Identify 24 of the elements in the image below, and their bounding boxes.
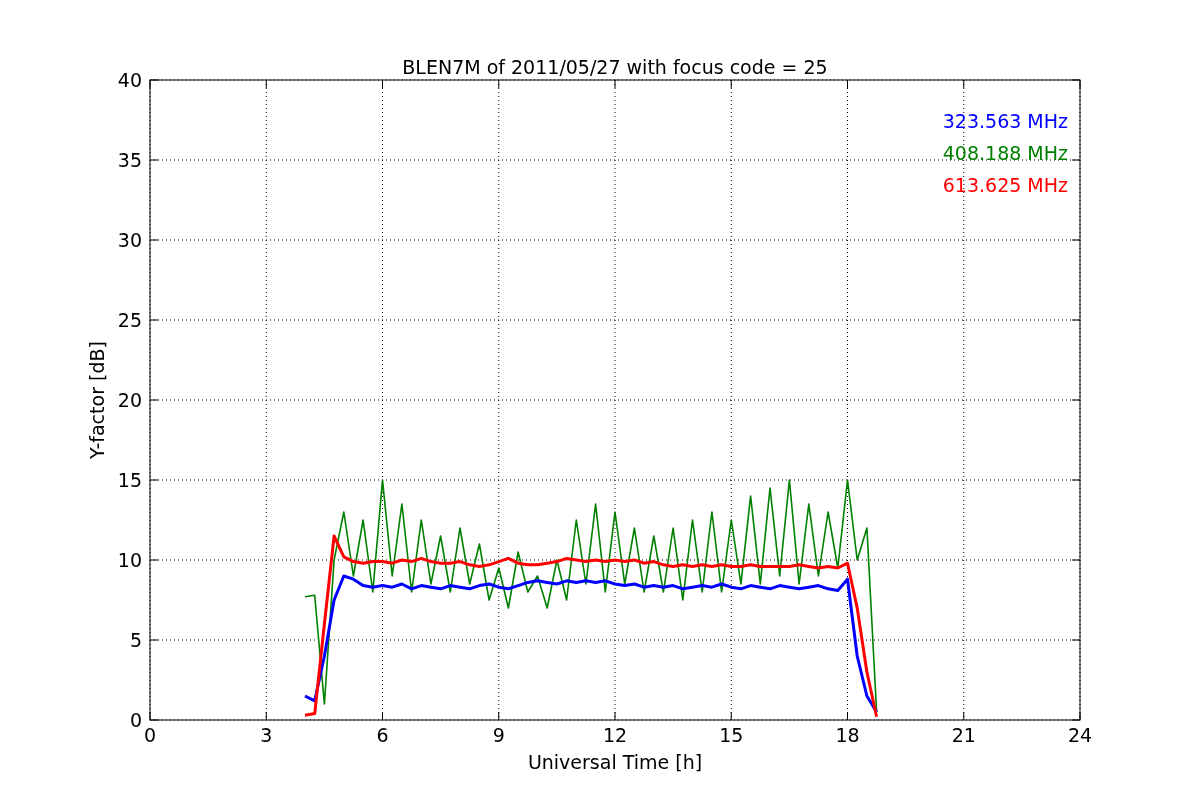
tick-label: 9	[492, 724, 505, 746]
tick-label: 15	[117, 469, 142, 491]
tick-label: 0	[143, 724, 157, 746]
tick-label: 40	[117, 69, 142, 91]
tick-label: 24	[1067, 724, 1093, 746]
chart-title: BLEN7M of 2011/05/27 with focus code = 25	[402, 56, 828, 78]
legend-label: 323.563 MHz	[942, 110, 1068, 132]
x-axis-label: Universal Time [h]	[527, 751, 703, 773]
y-axis-label: Y-factor [dB]	[86, 341, 108, 459]
tick-label: 21	[951, 724, 976, 746]
tick-label: 15	[719, 724, 744, 746]
tick-label: 20	[117, 389, 142, 411]
tick-label: 25	[117, 309, 142, 331]
tick-label: 6	[376, 724, 389, 746]
tick-label: 30	[117, 229, 142, 251]
tick-label: 10	[117, 549, 142, 571]
tick-label: 0	[129, 709, 142, 731]
tick-label: 5	[129, 629, 142, 651]
tick-label: 12	[602, 724, 628, 746]
legend-label: 408.188 MHz	[942, 142, 1068, 164]
tick-label: 3	[260, 724, 273, 746]
tick-label: 18	[835, 724, 860, 746]
tick-label: 35	[117, 149, 142, 171]
legend-label: 613.625 MHz	[942, 174, 1068, 196]
